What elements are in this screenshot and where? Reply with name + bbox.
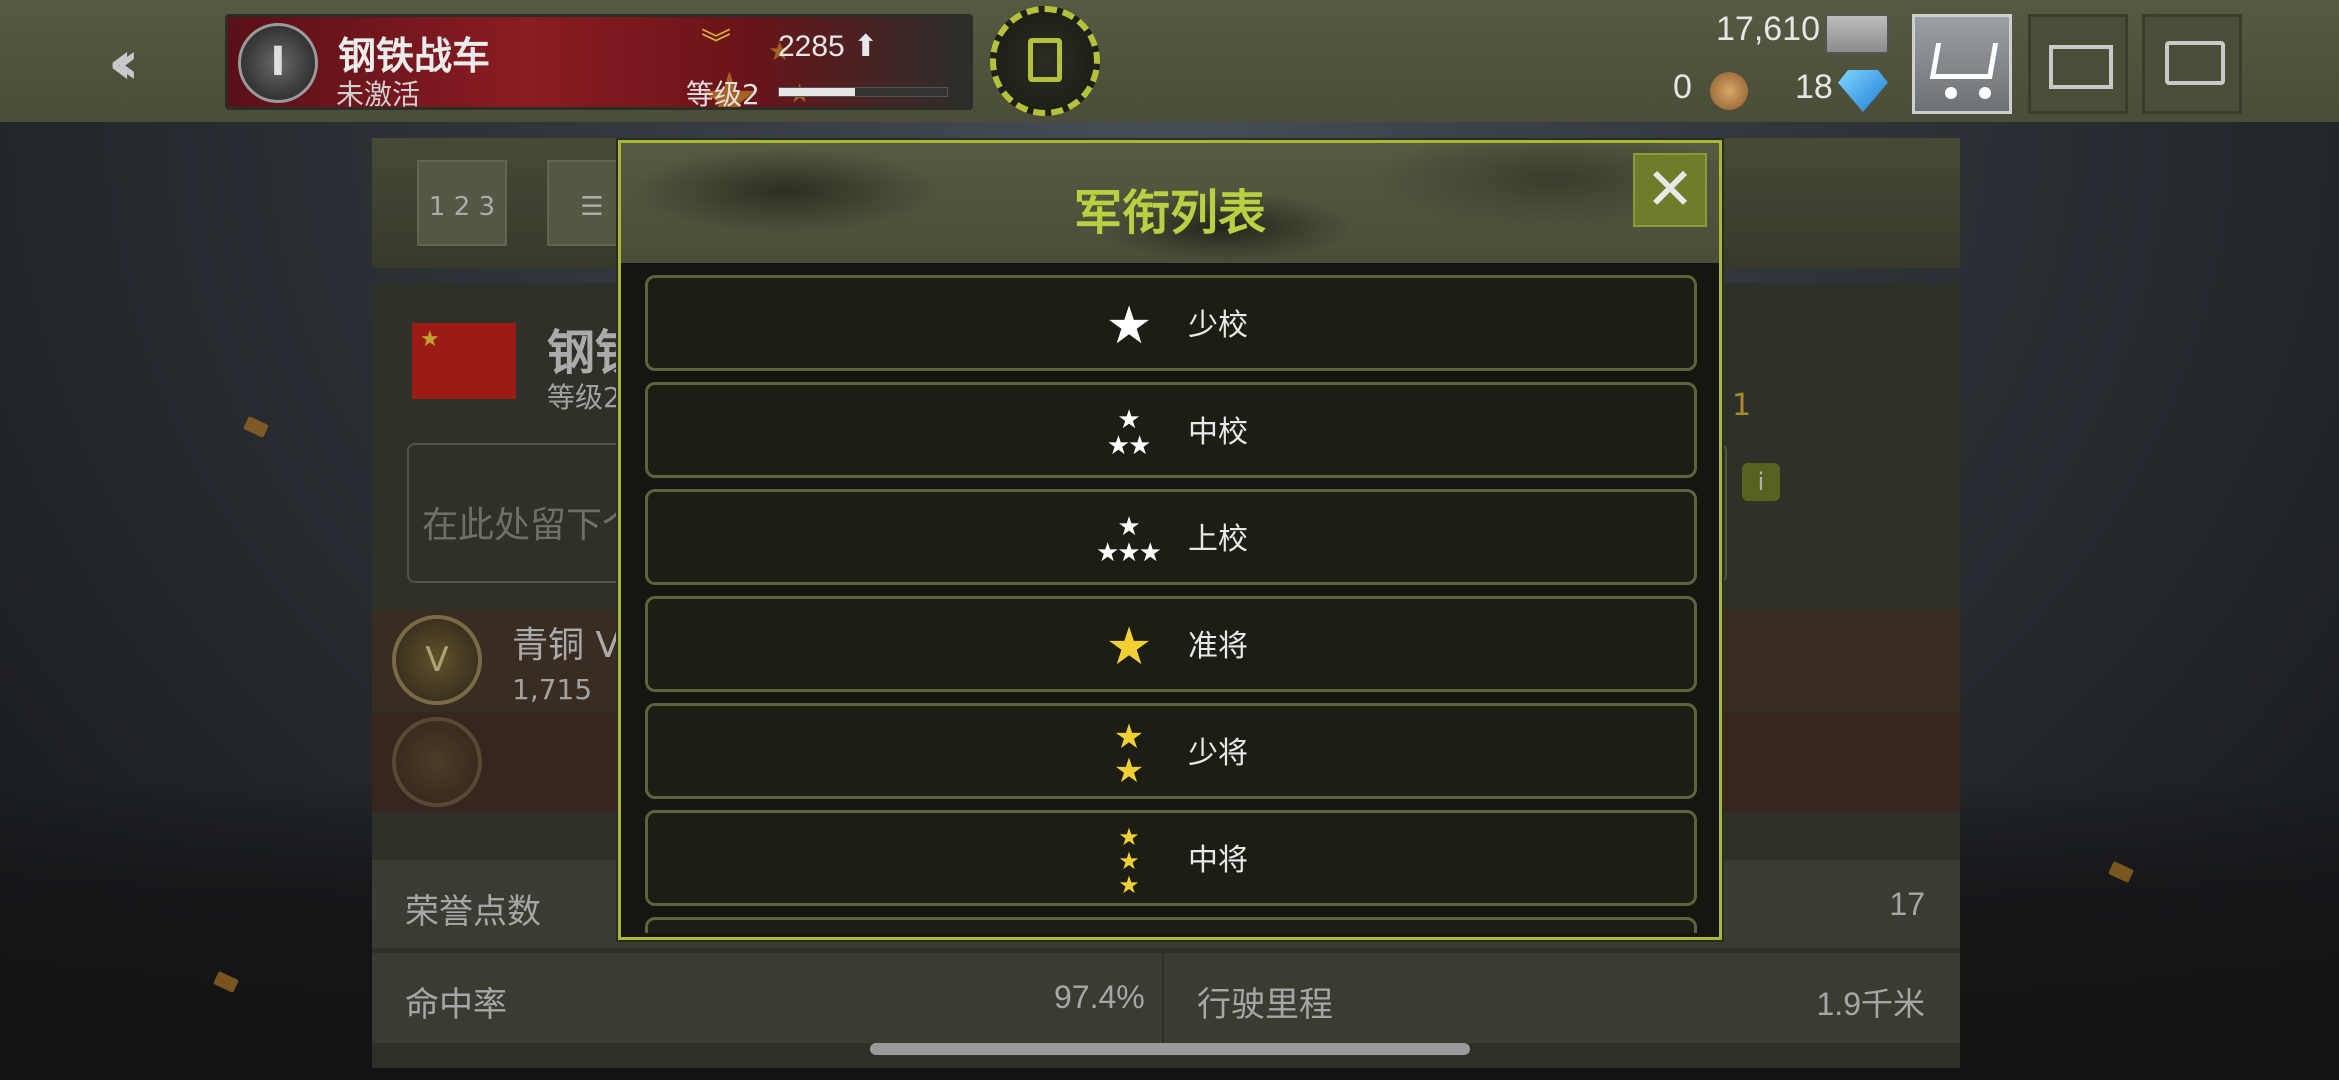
back-button[interactable]: ‹‹ [108, 33, 188, 93]
player-name: 钢铁战车 [338, 36, 491, 78]
rank-emblem-icon: Ⅰ [238, 23, 318, 103]
rank-item[interactable] [645, 917, 1697, 933]
double-chevron-left-icon: ‹‹ [108, 28, 140, 98]
rank-stars-icon: ★★★ [1093, 813, 1163, 909]
star-row: ★ [1117, 405, 1140, 435]
rank-label: 少将 [1188, 736, 1248, 771]
rank-item[interactable]: ★ 准将 [645, 596, 1697, 692]
rank-stars-icon: ★ [1093, 278, 1163, 374]
star-row: ★ [1118, 847, 1139, 875]
rank-stars-icon: ★ ★★★ [1093, 492, 1163, 588]
cart-wheel [1979, 87, 1991, 99]
shopping-cart-icon [1929, 43, 1999, 79]
close-button[interactable]: ✕ [1633, 153, 1707, 227]
rank-list[interactable]: ★ 少校 ★ ★★ 中校 ★ ★★★ 上校 ★ 准将 ★ ★ 少将 ★ ★ ★ 中将 [645, 275, 1697, 933]
star-row: ★ [1118, 823, 1139, 851]
chat-bubble-icon [2165, 41, 2225, 85]
star-row: ★★★ [1096, 538, 1162, 568]
envelope-icon [2049, 45, 2113, 89]
silver-amount: 17,610 [1716, 10, 1820, 48]
rank-label: 准将 [1188, 629, 1248, 664]
rank-list-modal: 军衔列表 ✕ ★ 少校 ★ ★★ 中校 ★ ★★★ 上校 ★ 准将 ★ ★ 少将 ★ ★ ★ 中将 [618, 140, 1722, 940]
modal-header: 军衔列表 ✕ [621, 143, 1719, 263]
fuel-button[interactable] [990, 6, 1100, 116]
xp-progress-bar [778, 87, 948, 97]
rank-item[interactable]: ★ ★ ★ 中将 [645, 810, 1697, 906]
medal-icon [1710, 72, 1748, 110]
rank-item[interactable]: ★ ★★ 中校 [645, 382, 1697, 478]
level-label: 等级2 [686, 78, 760, 110]
rank-item[interactable]: ★ ★★★ 上校 [645, 489, 1697, 585]
modal-title: 军衔列表 [1073, 185, 1266, 241]
rank-stars-icon: ★ [1093, 599, 1163, 695]
rank-label: 上校 [1188, 522, 1248, 557]
shop-button[interactable] [1912, 14, 2012, 114]
star-row: ★ [1105, 617, 1153, 677]
player-card[interactable]: ★ ★ ★ Ⅰ 钢铁战车 未激活 ︾ 等级2 2285 ⬆ [225, 14, 973, 110]
xp-progress-fill [779, 88, 855, 96]
rank-label: 中将 [1188, 843, 1248, 878]
gem-amount: 18 [1795, 68, 1833, 106]
banknote-icon [1825, 14, 1889, 54]
player-status: 未激活 [336, 78, 421, 110]
star-row: ★ [1113, 751, 1145, 791]
star-row: ★ [1117, 512, 1140, 542]
close-icon: ✕ [1645, 155, 1695, 223]
rank-stars-icon: ★★★ [1093, 385, 1163, 481]
cart-wheel [1945, 87, 1957, 99]
rank-stars-icon: ★ ★ [1093, 706, 1163, 802]
jerrycan-icon [1028, 38, 1062, 82]
home-indicator[interactable] [870, 1043, 1470, 1055]
medal-amount: 0 [1673, 68, 1692, 106]
rank-item[interactable]: ★ 少校 [645, 275, 1697, 371]
rank-label: 中校 [1188, 415, 1248, 450]
rank-label: 少校 [1188, 308, 1248, 343]
diamond-icon [1838, 70, 1888, 112]
level-chevron-icon: ︾ [701, 27, 731, 62]
star-row: ★ [1113, 717, 1145, 757]
mail-button[interactable] [2028, 14, 2128, 114]
star-row: ★★ [1106, 431, 1152, 461]
top-bar: ‹‹ ★ ★ ★ Ⅰ 钢铁战车 未激活 ︾ 等级2 2285 ⬆ 17,610 … [0, 0, 2339, 122]
star-row: ★ [1105, 296, 1153, 356]
xp-value: 2285 ⬆ [778, 30, 879, 63]
rank-item[interactable]: ★ ★ 少将 [645, 703, 1697, 799]
star-row: ★ [1118, 871, 1139, 899]
chat-button[interactable] [2142, 14, 2242, 114]
